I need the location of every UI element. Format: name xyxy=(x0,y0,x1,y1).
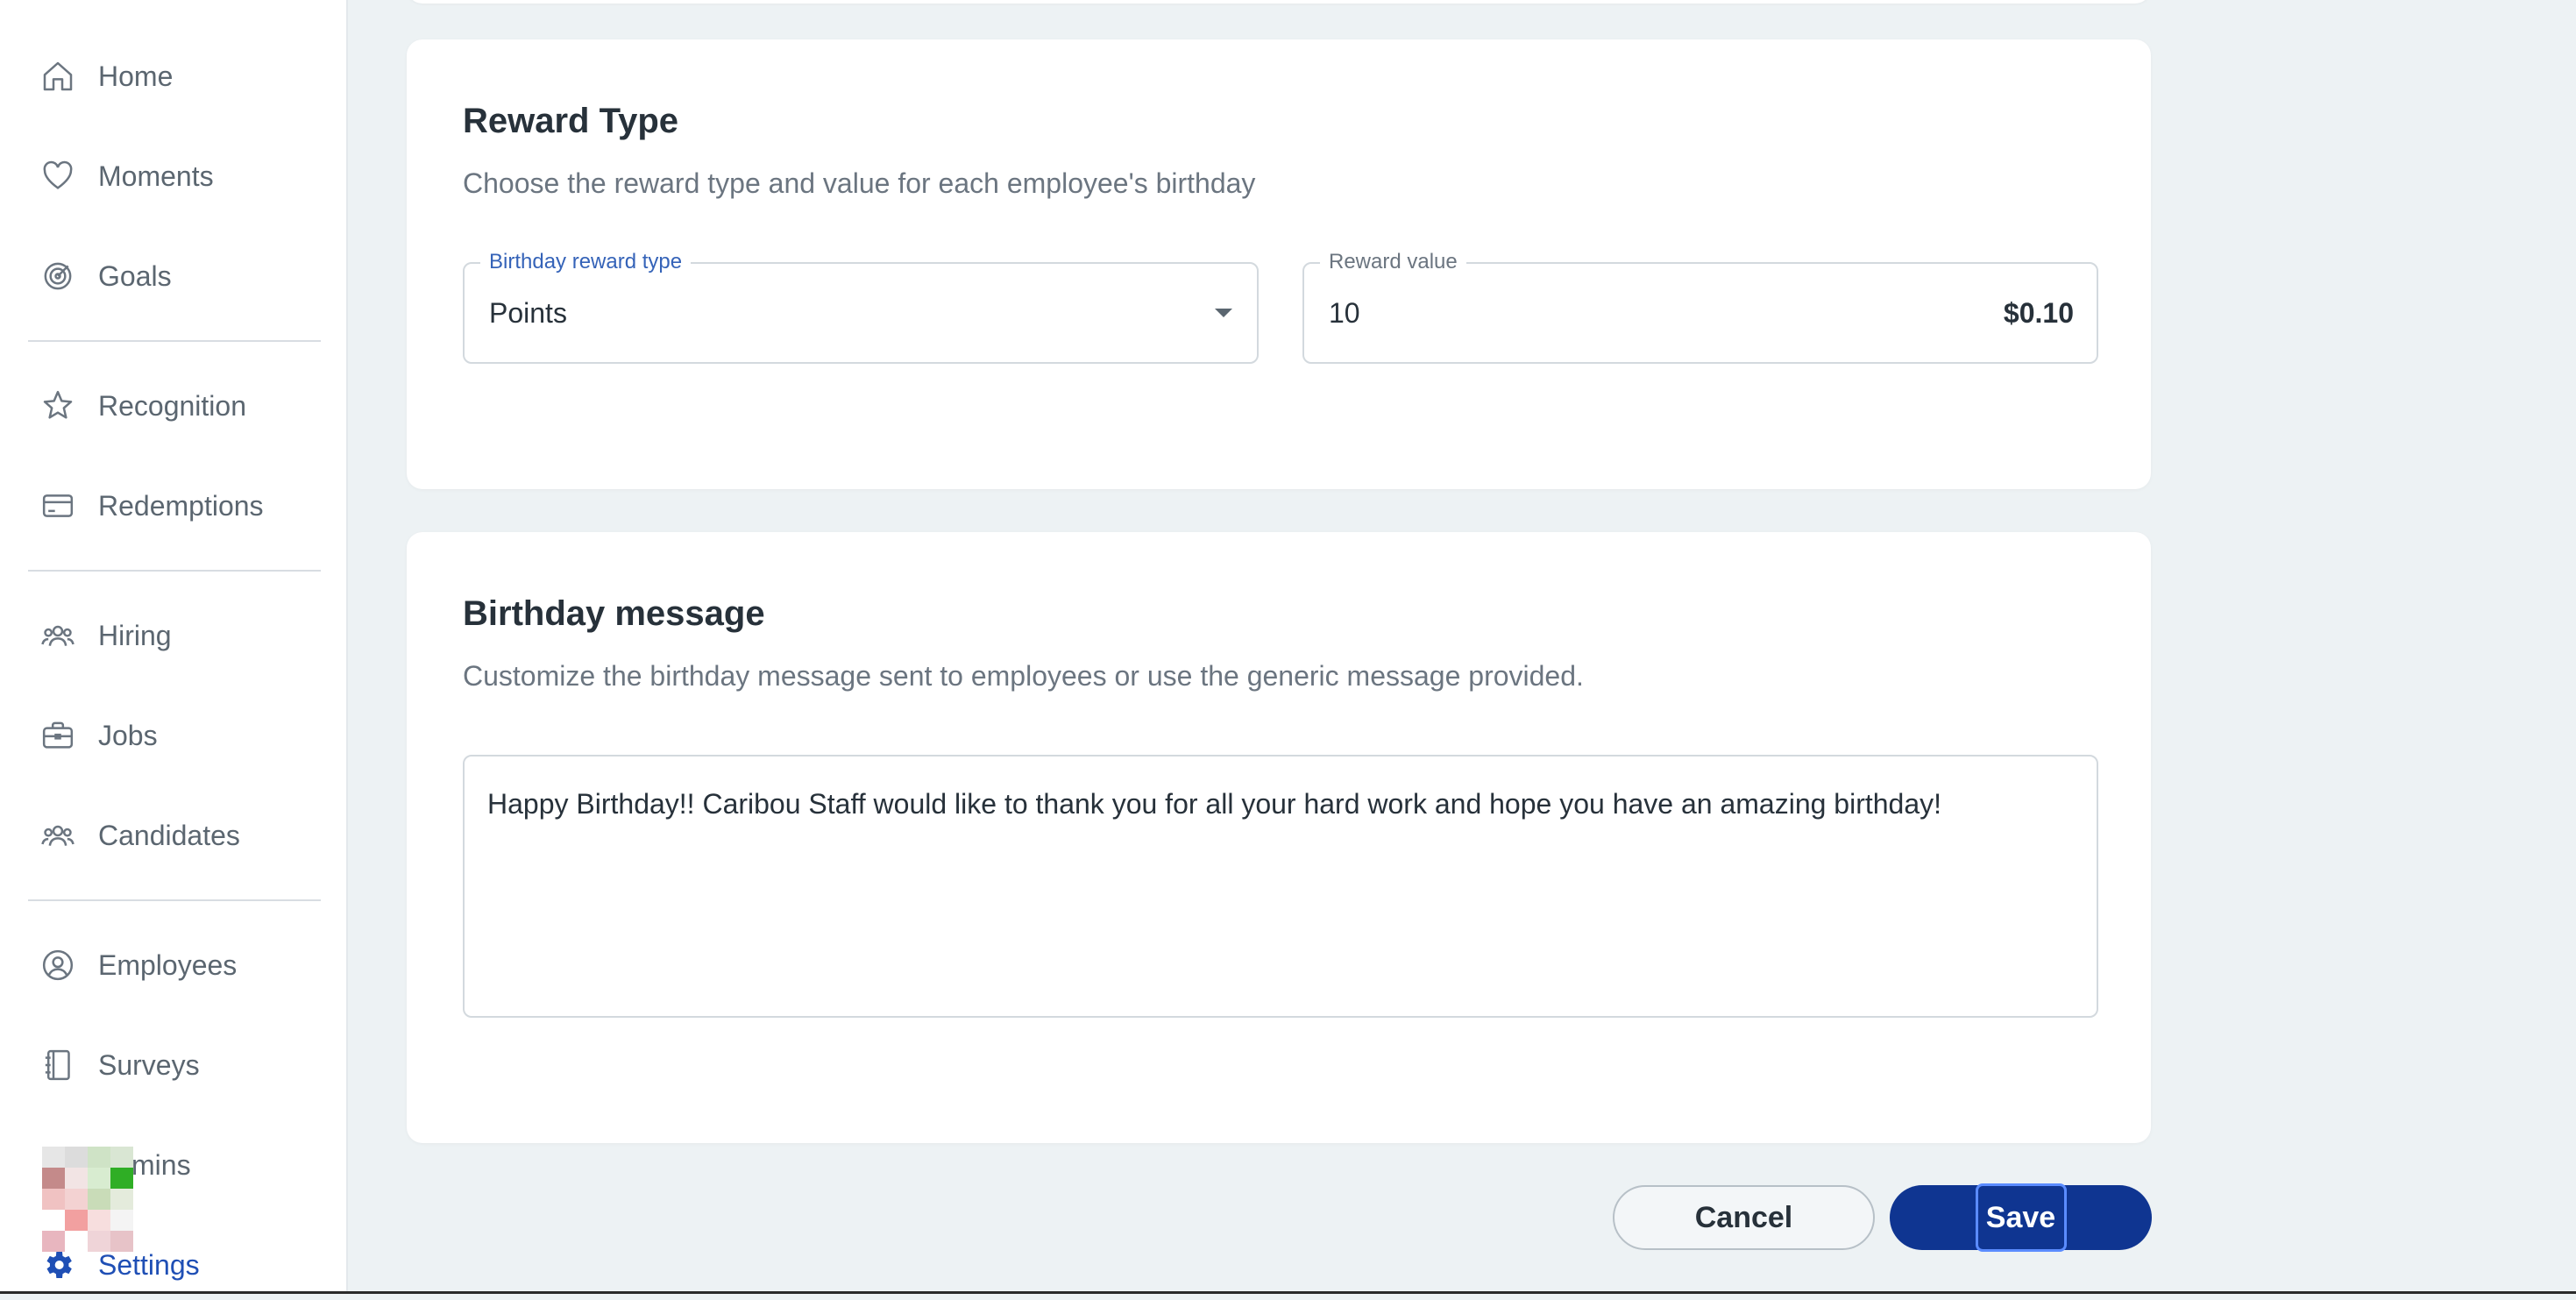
briefcase-icon xyxy=(40,718,75,753)
sidebar-item-hiring[interactable]: Hiring xyxy=(0,600,348,671)
sidebar-item-jobs[interactable]: Jobs xyxy=(0,700,348,771)
people-icon xyxy=(40,818,75,853)
target-icon xyxy=(40,259,75,294)
sidebar-item-label: mins xyxy=(131,1148,191,1181)
notebook-icon xyxy=(40,1048,75,1083)
sidebar-item-home[interactable]: Home xyxy=(0,41,348,111)
credit-card-icon xyxy=(40,488,75,523)
selected-value: Points xyxy=(489,296,567,329)
sidebar-item-goals[interactable]: Goals xyxy=(0,241,348,311)
sidebar-item-label: Goals xyxy=(98,259,172,292)
reward-value-field[interactable]: Reward value 10 $0.10 xyxy=(1302,250,2098,364)
sidebar: Home Moments Goals Recognition Redemptio… xyxy=(0,0,348,1294)
cancel-label: Cancel xyxy=(1694,1200,1793,1234)
heart-icon xyxy=(40,159,75,194)
sidebar-item-candidates[interactable]: Candidates xyxy=(0,800,348,870)
save-button[interactable]: Save xyxy=(1890,1183,2152,1252)
chevron-down-icon xyxy=(1215,309,1232,317)
sidebar-item-employees[interactable]: Employees xyxy=(0,930,348,1000)
people-icon xyxy=(40,618,75,653)
sidebar-item-redemptions[interactable]: Redemptions xyxy=(0,471,348,541)
birthday-reward-type-select[interactable]: Birthday reward type Points xyxy=(463,250,1259,364)
cancel-button[interactable]: Cancel xyxy=(1613,1185,1875,1250)
sidebar-item-label: Hiring xyxy=(98,619,172,651)
sidebar-item-label: Moments xyxy=(98,160,214,192)
sidebar-item-moments[interactable]: Moments xyxy=(0,141,348,211)
sidebar-divider xyxy=(28,340,321,342)
save-label: Save xyxy=(1985,1200,2056,1234)
card-title: Reward Type xyxy=(463,102,678,140)
sidebar-item-label: Employees xyxy=(98,948,238,981)
gear-icon xyxy=(40,1247,75,1282)
sidebar-divider xyxy=(28,570,321,572)
card-subtitle: Choose the reward type and value for eac… xyxy=(463,167,1256,199)
sidebar-item-label: Recognition xyxy=(98,389,246,422)
card-subtitle: Customize the birthday message sent to e… xyxy=(463,660,1584,692)
reward-value-input[interactable]: 10 xyxy=(1329,264,1360,362)
sidebar-divider xyxy=(28,899,321,901)
previous-card-edge xyxy=(407,0,2151,4)
sidebar-item-label: Redemptions xyxy=(98,489,264,522)
birthday-message-card: Birthday message Customize the birthday … xyxy=(407,532,2151,1143)
sidebar-item-label: Home xyxy=(98,60,174,92)
home-icon xyxy=(40,59,75,94)
card-title: Birthday message xyxy=(463,594,765,633)
sidebar-item-label: Jobs xyxy=(98,719,158,751)
star-badge-icon xyxy=(40,388,75,423)
sidebar-item-settings[interactable]: Settings xyxy=(0,1230,348,1300)
sidebar-item-label: Settings xyxy=(98,1248,200,1281)
sidebar-item-surveys[interactable]: Surveys xyxy=(0,1030,348,1100)
sidebar-item-label: Candidates xyxy=(98,819,240,851)
birthday-message-textarea[interactable]: Happy Birthday!! Caribou Staff would lik… xyxy=(463,755,2098,1018)
user-circle-icon xyxy=(40,948,75,983)
sidebar-item-label: Surveys xyxy=(98,1048,200,1081)
reward-type-card: Reward Type Choose the reward type and v… xyxy=(407,39,2151,489)
sidebar-item-recognition[interactable]: Recognition xyxy=(0,371,348,441)
reward-dollar-value: $0.10 xyxy=(2003,296,2074,329)
